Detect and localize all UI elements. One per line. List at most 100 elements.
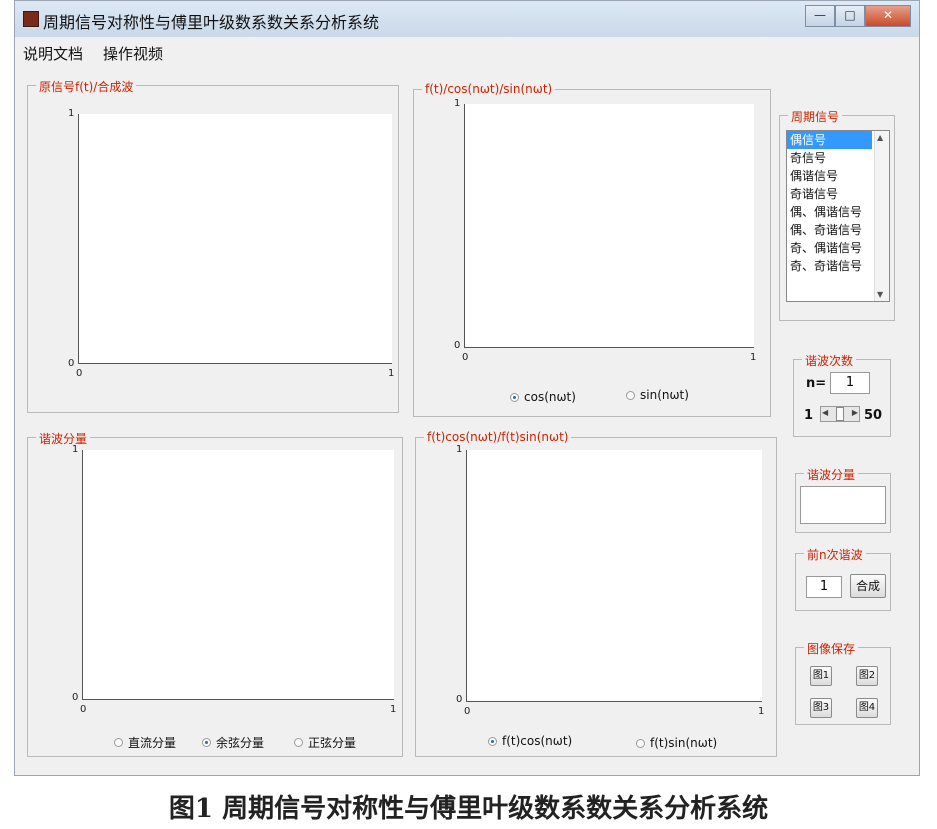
radio-sin-indicator — [626, 390, 635, 400]
radio-sin-label: sin(nωt) — [640, 388, 689, 402]
panel-title: 谐波分量 — [36, 430, 91, 447]
slider-left-arrow-icon[interactable]: ◀ — [822, 408, 828, 417]
radio-cos-indicator — [510, 392, 519, 402]
y-axis — [82, 450, 83, 700]
panel-title: f(t)cos(nωt)/f(t)sin(nωt) — [424, 430, 572, 444]
panel-title: f(t)/cos(nωt)/sin(nωt) — [422, 82, 556, 96]
panel-title: 周期信号 — [788, 108, 843, 125]
radio-cosine-label: 余弦分量 — [216, 736, 265, 750]
panel-harmonic-component: 谐波分量 — [795, 466, 891, 533]
client-area: 原信号f(t)/合成波 1 0 0 1 f(t)/cos(nωt)/sin(nω… — [15, 67, 919, 775]
scroll-down-icon[interactable]: ▼ — [877, 290, 883, 299]
y-tick-bottom: 0 — [456, 694, 463, 705]
save-fig2-button[interactable]: 图2 — [856, 666, 878, 686]
y-axis — [78, 114, 79, 364]
radio-sine-label: 正弦分量 — [308, 736, 357, 750]
panel-title: 谐波分量 — [804, 466, 859, 483]
x-tick-left: 0 — [76, 368, 83, 379]
radio-fsin-label: f(t)sin(nωt) — [650, 736, 718, 750]
title-bar[interactable]: 周期信号对称性与傅里叶级数系数关系分析系统 — □ ✕ — [15, 1, 919, 37]
slider-right-arrow-icon[interactable]: ▶ — [852, 408, 858, 417]
x-tick-right: 1 — [758, 706, 765, 717]
panel-periodic-signal: 周期信号 偶信号 奇信号 偶谐信号 奇谐信号 偶、偶谐信号 偶、奇谐信号 奇、偶… — [779, 108, 895, 321]
panel-title: 前n次谐波 — [804, 546, 866, 563]
list-item[interactable]: 奇信号 — [787, 149, 872, 167]
signal-listbox[interactable]: 偶信号 奇信号 偶谐信号 奇谐信号 偶、偶谐信号 偶、奇谐信号 奇、偶谐信号 奇… — [786, 130, 890, 302]
app-icon — [23, 11, 39, 27]
minimize-button[interactable]: — — [805, 5, 835, 27]
list-item[interactable]: 偶谐信号 — [787, 167, 872, 185]
y-tick-bottom: 0 — [454, 340, 461, 351]
y-axis — [464, 104, 465, 348]
figure-caption: 图1 周期信号对称性与傅里叶级数系数关系分析系统 — [168, 794, 769, 824]
radio-cosine[interactable]: 余弦分量 — [202, 734, 264, 751]
panel-image-save: 图像保存 图1 图2 图3 图4 — [795, 640, 891, 725]
y-tick-bottom: 0 — [68, 358, 75, 369]
x-tick-right: 1 — [390, 704, 397, 715]
save-fig3-button[interactable]: 图3 — [810, 698, 832, 718]
save-fig4-button[interactable]: 图4 — [856, 698, 878, 718]
x-axis — [82, 699, 394, 700]
y-tick-top: 1 — [68, 108, 75, 119]
close-button[interactable]: ✕ — [865, 5, 911, 27]
radio-sine[interactable]: 正弦分量 — [294, 734, 356, 751]
scroll-up-icon[interactable]: ▲ — [877, 133, 883, 142]
synthesize-button[interactable]: 合成 — [850, 574, 886, 598]
x-axis — [464, 347, 754, 348]
list-item[interactable]: 偶信号 — [787, 131, 872, 149]
save-fig1-button[interactable]: 图1 — [810, 666, 832, 686]
panel-title: 谐波次数 — [802, 352, 857, 369]
x-tick-left: 0 — [462, 352, 469, 363]
window-controls: — □ ✕ — [805, 5, 911, 27]
radio-sin[interactable]: sin(nωt) — [626, 388, 689, 402]
x-tick-right: 1 — [750, 352, 757, 363]
radio-cos-label: cos(nωt) — [524, 390, 576, 404]
panel-basis: f(t)/cos(nωt)/sin(nωt) 1 0 0 1 cos(nωt) … — [413, 82, 771, 417]
panel-original-signal: 原信号f(t)/合成波 1 0 0 1 — [27, 78, 399, 413]
harmonic-component-field[interactable] — [800, 486, 886, 524]
y-tick-top: 1 — [72, 444, 79, 455]
plot-product[interactable] — [466, 450, 762, 702]
list-item[interactable]: 奇谐信号 — [787, 185, 872, 203]
x-axis — [78, 363, 392, 364]
panel-first-n: 前n次谐波 1 合成 — [795, 546, 891, 611]
radio-cos[interactable]: cos(nωt) — [510, 390, 576, 404]
slider-thumb[interactable] — [836, 407, 844, 421]
panel-title: 原信号f(t)/合成波 — [36, 78, 137, 95]
list-item[interactable]: 奇、偶谐信号 — [787, 239, 872, 257]
radio-fcos-indicator — [488, 736, 497, 746]
radio-dc-indicator — [114, 738, 123, 747]
n-input[interactable]: 1 — [830, 372, 870, 394]
radio-sine-indicator — [294, 738, 303, 747]
y-tick-top: 1 — [454, 98, 461, 109]
radio-fsin-indicator — [636, 738, 645, 748]
x-tick-left: 0 — [80, 704, 87, 715]
radio-fcos[interactable]: f(t)cos(nωt) — [488, 734, 572, 748]
plot-original-signal[interactable] — [78, 114, 392, 364]
y-axis — [466, 450, 467, 702]
panel-title: 图像保存 — [804, 640, 859, 657]
maximize-button[interactable]: □ — [835, 5, 865, 27]
panel-harmonic-order: 谐波次数 n= 1 1 ◀ ▶ 50 — [793, 352, 891, 437]
listbox-scrollbar[interactable]: ▲ ▼ — [874, 131, 889, 301]
harmonic-slider[interactable]: ◀ ▶ — [820, 406, 860, 422]
radio-dc[interactable]: 直流分量 — [114, 734, 176, 751]
panel-product: f(t)cos(nωt)/f(t)sin(nωt) 1 0 0 1 f(t)co… — [415, 430, 777, 757]
slider-min-label: 1 — [804, 408, 814, 423]
radio-cosine-indicator — [202, 738, 211, 747]
plot-basis[interactable] — [464, 104, 754, 348]
list-item[interactable]: 偶、偶谐信号 — [787, 203, 872, 221]
menu-item-video[interactable]: 操作视频 — [103, 43, 163, 64]
plot-harmonic[interactable] — [82, 450, 394, 700]
window-title: 周期信号对称性与傅里叶级数系数关系分析系统 — [43, 13, 380, 32]
menu-item-docs[interactable]: 说明文档 — [23, 43, 83, 64]
panel-harmonic: 谐波分量 1 0 0 1 直流分量 余弦分量 正弦分量 — [27, 430, 403, 757]
menu-bar: 说明文档 操作视频 — [15, 37, 919, 68]
n-label: n= — [806, 376, 827, 391]
app-window: 周期信号对称性与傅里叶级数系数关系分析系统 — □ ✕ 说明文档 操作视频 原信… — [14, 0, 920, 776]
x-tick-right: 1 — [388, 368, 395, 379]
radio-fsin[interactable]: f(t)sin(nωt) — [636, 736, 717, 750]
list-item[interactable]: 奇、奇谐信号 — [787, 257, 872, 275]
list-item[interactable]: 偶、奇谐信号 — [787, 221, 872, 239]
first-n-input[interactable]: 1 — [806, 576, 842, 598]
